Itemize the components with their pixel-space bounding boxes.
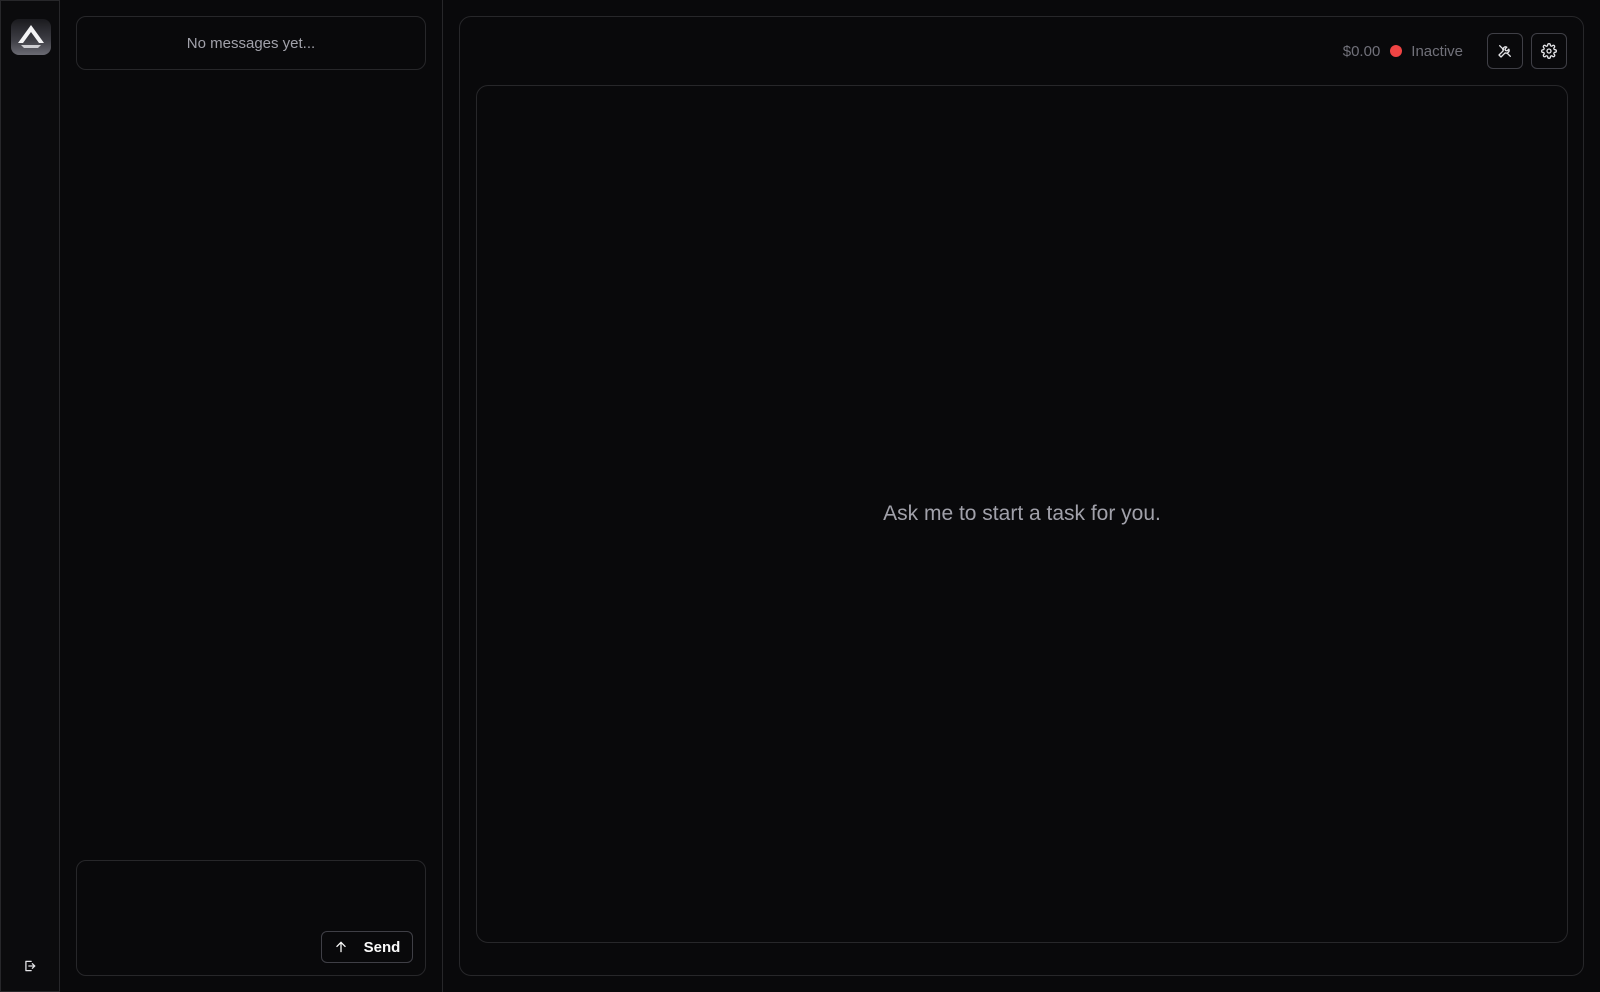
workspace-area: Ask me to start a task for you. [476, 85, 1568, 943]
gear-icon [1541, 43, 1557, 59]
logout-icon [25, 960, 36, 972]
message-composer: Send [76, 860, 426, 976]
send-button-label: Send [363, 938, 401, 956]
message-input[interactable] [87, 871, 415, 927]
status-indicator-dot [1390, 45, 1403, 57]
send-button[interactable]: Send [321, 931, 413, 963]
chat-panel: No messages yet... Send [60, 0, 443, 992]
main-panel: $0.00 Inactive Ask me to start a task fo… [459, 16, 1584, 976]
settings-button[interactable] [1531, 33, 1567, 69]
empty-messages-notice: No messages yet... [76, 16, 426, 70]
workspace-placeholder: Ask me to start a task for you. [883, 502, 1161, 525]
app-root: No messages yet... Send $0.00 Inactive A… [0, 0, 1600, 992]
left-rail [0, 0, 60, 992]
app-logo[interactable] [11, 19, 51, 55]
logout-button[interactable] [21, 957, 39, 975]
tools-button[interactable] [1487, 33, 1523, 69]
cost-display: $0.00 [1342, 42, 1381, 60]
main-topbar: $0.00 Inactive [1343, 33, 1567, 69]
logo-mark-icon [18, 25, 44, 48]
arrow-up-icon [335, 941, 346, 953]
status-label: Inactive [1411, 42, 1463, 60]
tools-icon [1498, 45, 1511, 58]
